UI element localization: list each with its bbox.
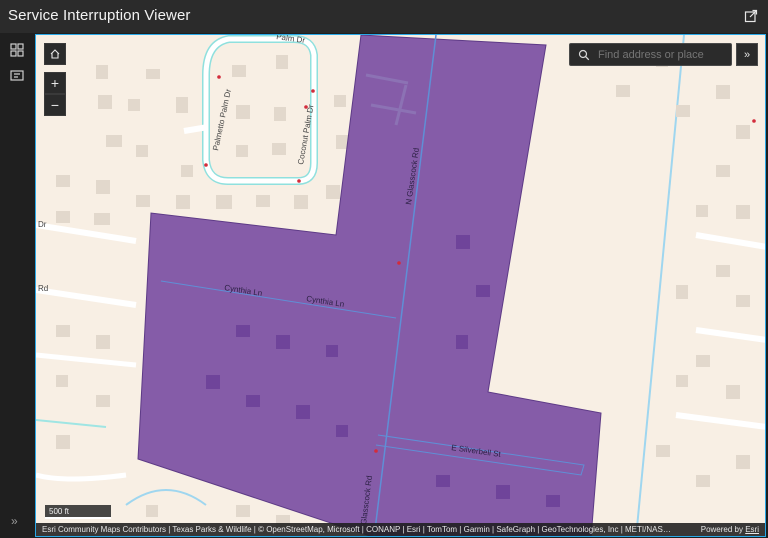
- road-rd-left: [36, 287, 137, 308]
- search-expand-button[interactable]: »: [736, 43, 758, 66]
- road-dr-left: [36, 222, 137, 244]
- home-button[interactable]: [44, 43, 66, 65]
- label-palmetto: Palmetto Palm Dr: [211, 88, 233, 152]
- road-right-3: [675, 412, 765, 430]
- scale-bar: 500 ft: [45, 505, 111, 519]
- map-view[interactable]: Palmetto Palm Dr Coconut Palm Dr Palm Dr…: [35, 34, 766, 537]
- legend-icon[interactable]: [9, 68, 25, 84]
- map-canvas[interactable]: Palmetto Palm Dr Coconut Palm Dr Palm Dr…: [36, 35, 766, 537]
- sidebar-collapse-button[interactable]: »: [11, 514, 18, 528]
- road-side: [183, 124, 209, 134]
- label-palm-top: Palm Dr: [276, 35, 306, 45]
- share-icon[interactable]: [744, 9, 758, 23]
- search-box[interactable]: [569, 43, 732, 66]
- road-right-1: [695, 232, 765, 250]
- app-header: Service Interruption Viewer: [0, 0, 768, 33]
- app-window: Service Interruption Viewer » Palmetto P…: [0, 0, 768, 538]
- home-icon: [50, 49, 60, 59]
- search-icon: [578, 49, 590, 60]
- road-bottom-left: [36, 472, 127, 482]
- esri-link[interactable]: Esri: [745, 525, 759, 534]
- road-bottom-curve: [125, 489, 207, 506]
- powered-by: Powered by Esri: [701, 523, 759, 536]
- app-title: Service Interruption Viewer: [8, 7, 191, 24]
- search-input[interactable]: [598, 48, 728, 61]
- label-dr-left: Dr: [38, 220, 47, 229]
- attribution-text: Esri Community Maps Contributors | Texas…: [42, 525, 672, 534]
- widgets-icon[interactable]: [9, 42, 25, 58]
- zoom-in-button[interactable]: +: [44, 72, 66, 94]
- powered-by-label: Powered by: [700, 525, 743, 534]
- attribution-bar: Esri Community Maps Contributors | Texas…: [36, 523, 765, 536]
- road-right-2: [695, 327, 765, 343]
- label-rd-left: Rd: [38, 284, 48, 293]
- road-left-3: [36, 352, 137, 368]
- sidebar: »: [0, 33, 34, 538]
- zoom-out-button[interactable]: −: [44, 94, 66, 116]
- road-left-4: [36, 419, 107, 428]
